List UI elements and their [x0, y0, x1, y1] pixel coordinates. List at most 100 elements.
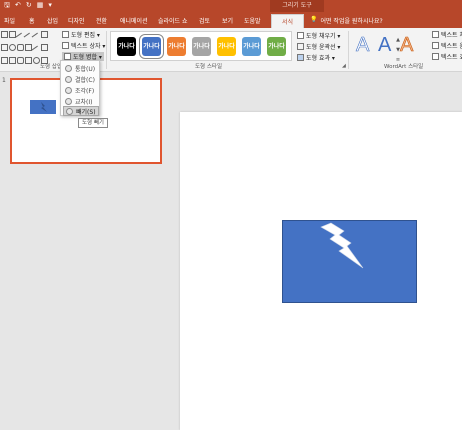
brace-shape-icon[interactable] [25, 57, 32, 64]
merge-shapes-icon [64, 53, 71, 60]
shape-style-black[interactable]: 가나다 [117, 37, 136, 56]
customize-qat-icon[interactable]: ▾ [48, 1, 52, 12]
menu-item-label: 조각(F) [75, 87, 95, 95]
edit-shape-button[interactable]: 도형 편집 ▾ [62, 30, 100, 39]
menu-item-intersect[interactable]: 교차(I) [63, 96, 99, 106]
undo-icon[interactable]: ↶ [15, 1, 21, 12]
thumbnail-rectangle-shape [30, 100, 56, 114]
fragment-icon [65, 86, 72, 94]
menu-item-label: 통합(U) [75, 65, 96, 73]
tab-transitions[interactable]: 전환 [96, 16, 107, 25]
text-effects-icon [432, 53, 439, 60]
star-shape-icon[interactable] [33, 57, 40, 64]
menu-item-fragment[interactable]: 조각(F) [63, 85, 99, 95]
tab-insert[interactable]: 삽입 [47, 16, 58, 25]
connector-shape-icon[interactable] [31, 45, 42, 56]
present-icon[interactable]: ▦ [37, 1, 44, 12]
shape-fill-button[interactable]: 도형 채우기 ▾ [297, 31, 340, 40]
group-separator [348, 31, 349, 69]
tab-slideshow[interactable]: 슬라이드 쇼 [158, 16, 188, 25]
text-fill-label: 텍스트 채 [441, 32, 462, 39]
tell-me-text: 어떤 작업을 원하시나요? [320, 18, 383, 25]
menu-item-combine[interactable]: 결합(C) [63, 74, 99, 84]
shape-gallery[interactable] [1, 31, 49, 64]
tab-design[interactable]: 디자인 [68, 16, 85, 25]
text-effects-button[interactable]: 텍스트 효 [432, 52, 462, 61]
intersect-icon [65, 97, 72, 105]
shape-style-gray[interactable]: 가나다 [192, 37, 211, 56]
tab-help[interactable]: 도움말 [244, 16, 261, 25]
shape-effects-button[interactable]: 도형 효과 ▾ [297, 53, 335, 62]
shape-effects-label: 도형 효과 ▾ [306, 55, 335, 62]
menu-item-union[interactable]: 통합(U) [63, 63, 99, 73]
text-box-shape-icon[interactable] [1, 31, 8, 38]
edit-shape-label: 도형 편집 ▾ [71, 32, 100, 39]
shape-outline-button[interactable]: 도형 윤곽선 ▾ [297, 42, 340, 51]
shape-style-green[interactable]: 가나다 [267, 37, 286, 56]
contextual-tab-title: 그리기 도구 [270, 0, 324, 12]
text-outline-button[interactable]: 텍스트 윤 [432, 41, 462, 50]
slide-editing-area [170, 72, 462, 430]
lightning-bolt-cutout [320, 222, 364, 269]
merge-shapes-menu: 통합(U) 결합(C) 조각(F) 교차(I) 빼기(S) [60, 60, 100, 116]
shape-outline-label: 도형 윤곽선 ▾ [306, 44, 341, 51]
quick-access-toolbar: 🖫 ↶ ↻ ▦ ▾ [4, 1, 52, 12]
text-outline-label: 텍스트 윤 [441, 43, 462, 50]
oval-shape-icon[interactable] [9, 44, 16, 51]
subtract-icon [66, 107, 73, 115]
shape-styles-launcher-icon[interactable]: ◢ [342, 63, 346, 69]
shape-style-orange[interactable]: 가나다 [167, 37, 186, 56]
wordart-style-blue[interactable]: A [378, 34, 391, 57]
title-bar: 🖫 ↶ ↻ ▦ ▾ 그리기 도구 [0, 0, 462, 12]
tab-view[interactable]: 보기 [222, 16, 233, 25]
text-fill-button[interactable]: 텍스트 채 [432, 30, 462, 39]
ribbon-tabs: 파일 홈 삽입 디자인 전환 애니메이션 슬라이드 쇼 검토 보기 도움말 서식… [0, 12, 462, 28]
rectangle-shape-icon[interactable] [41, 31, 48, 38]
group-label-insert-shapes: 도형 삽입 [40, 64, 62, 70]
shape-style-gold[interactable]: 가나다 [217, 37, 236, 56]
tab-file[interactable]: 파일 [4, 16, 15, 25]
arrow-down-shape-icon[interactable] [9, 57, 16, 64]
shape-fill-icon [297, 32, 304, 39]
shape-style-blue[interactable]: 가나다 [139, 34, 164, 59]
group-separator [106, 31, 107, 69]
shape-effects-icon [297, 54, 304, 61]
slide-number: 1 [2, 77, 6, 84]
combine-icon [65, 75, 72, 83]
text-box-button[interactable]: 텍스트 상자 ▾ [62, 41, 105, 50]
tab-home[interactable]: 홈 [29, 16, 35, 25]
double-arrow-shape-icon[interactable] [31, 32, 42, 43]
menu-item-subtract[interactable]: 빼기(S) [63, 106, 99, 116]
lightbulb-icon: 💡 [310, 16, 318, 23]
tab-animations[interactable]: 애니메이션 [120, 16, 148, 25]
tab-review[interactable]: 검토 [199, 16, 210, 25]
shape-styles-gallery: 가나다 가나다 가나다 가나다 가나다 가나다 가나다 ▲ ▼ ≡ [110, 31, 400, 63]
text-effects-label: 텍스트 효 [441, 54, 462, 61]
rectangle-shape[interactable] [282, 220, 417, 303]
menu-item-label: 교차(I) [75, 98, 93, 106]
redo-icon[interactable]: ↻ [26, 1, 32, 12]
rect-shape-icon[interactable] [1, 44, 8, 51]
rounded-rect-shape-icon[interactable] [17, 44, 24, 51]
group-label-shape-styles: 도형 스타일 [195, 64, 223, 70]
slide-canvas[interactable] [180, 112, 462, 430]
callout-shape-icon[interactable] [17, 57, 24, 64]
tell-me-box[interactable]: 💡 어떤 작업을 원하시나요? [310, 16, 383, 25]
wordart-style-outline[interactable]: A [356, 34, 370, 57]
menu-item-label: 빼기(S) [76, 108, 96, 116]
arrow-right-shape-icon[interactable] [1, 57, 8, 64]
shape-fill-label: 도형 채우기 ▾ [306, 33, 341, 40]
bracket-shape-icon[interactable] [41, 44, 48, 51]
group-label-wordart: WordArt 스타일 [384, 64, 424, 70]
save-icon[interactable]: 🖫 [4, 1, 10, 12]
tab-format[interactable]: 서식 [271, 14, 305, 28]
edit-shape-icon [62, 31, 69, 38]
union-icon [65, 64, 72, 72]
tooltip: 도형 빼기 [78, 118, 108, 128]
menu-item-label: 결합(C) [75, 76, 95, 84]
shape-outline-icon [297, 43, 304, 50]
text-box-icon [62, 42, 69, 49]
wordart-style-orange[interactable]: A [400, 34, 414, 57]
shape-style-lightblue[interactable]: 가나다 [242, 37, 261, 56]
text-outline-icon [432, 42, 439, 49]
